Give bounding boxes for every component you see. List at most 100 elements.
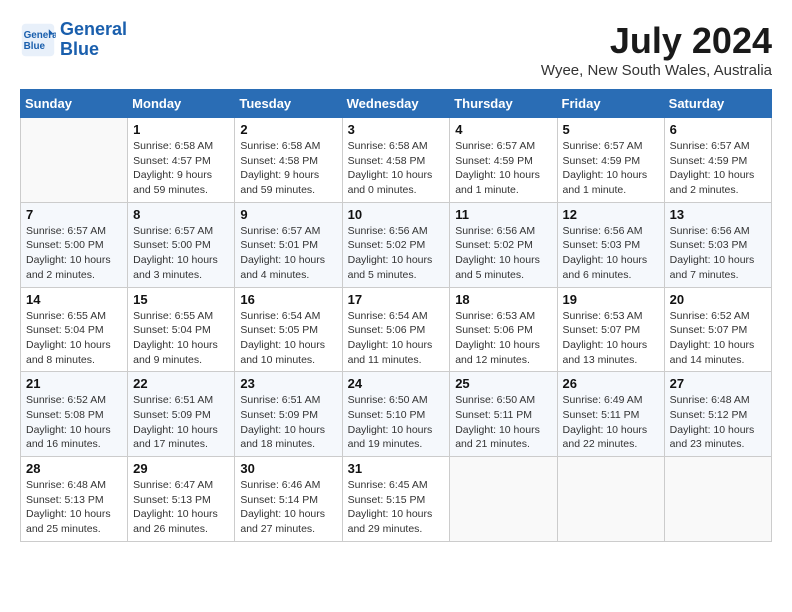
day-number: 9 — [240, 207, 336, 222]
table-cell: 29 Sunrise: 6:47 AM Sunset: 5:13 PM Dayli… — [128, 457, 235, 542]
table-cell: 27Sunrise: 6:48 AM Sunset: 5:12 PM Dayli… — [664, 372, 771, 457]
table-cell: 26 Sunrise: 6:49 AM Sunset: 5:11 PM Dayli… — [557, 372, 664, 457]
day-number: 13 — [670, 207, 766, 222]
day-number: 29 — [133, 461, 229, 476]
day-number: 21 — [26, 376, 122, 391]
day-number: 31 — [348, 461, 445, 476]
week-row-2: 7 Sunrise: 6:57 AM Sunset: 5:00 PM Daylig… — [21, 202, 772, 287]
day-info: Sunrise: 6:51 AM Sunset: 5:09 PM Dayligh… — [133, 393, 229, 452]
calendar-table: SundayMondayTuesdayWednesdayThursdayFrid… — [20, 89, 772, 542]
table-cell: 25Sunrise: 6:50 AM Sunset: 5:11 PM Dayli… — [450, 372, 557, 457]
logo: General Blue General Blue — [20, 20, 127, 60]
day-info: Sunrise: 6:57 AM Sunset: 4:59 PM Dayligh… — [455, 139, 551, 198]
day-number: 16 — [240, 292, 336, 307]
header-monday: Monday — [128, 90, 235, 118]
table-cell: 6 Sunrise: 6:57 AM Sunset: 4:59 PM Daylig… — [664, 118, 771, 203]
table-cell: 22 Sunrise: 6:51 AM Sunset: 5:09 PM Dayli… — [128, 372, 235, 457]
header: General Blue General Blue July 2024 Wyee… — [20, 20, 772, 79]
day-number: 8 — [133, 207, 229, 222]
table-cell: 9 Sunrise: 6:57 AM Sunset: 5:01 PM Daylig… — [235, 202, 342, 287]
table-cell: 24Sunrise: 6:50 AM Sunset: 5:10 PM Dayli… — [342, 372, 450, 457]
table-cell: 18 Sunrise: 6:53 AM Sunset: 5:06 PM Dayli… — [450, 287, 557, 372]
day-info: Sunrise: 6:48 AM Sunset: 5:13 PM Dayligh… — [26, 478, 122, 537]
table-cell: 11 Sunrise: 6:56 AM Sunset: 5:02 PM Dayli… — [450, 202, 557, 287]
table-cell: 2 Sunrise: 6:58 AM Sunset: 4:58 PM Daylig… — [235, 118, 342, 203]
calendar-header-row: SundayMondayTuesdayWednesdayThursdayFrid… — [21, 90, 772, 118]
day-number: 11 — [455, 207, 551, 222]
day-number: 17 — [348, 292, 445, 307]
table-cell: 5Sunrise: 6:57 AM Sunset: 4:59 PM Daylig… — [557, 118, 664, 203]
table-cell: 16 Sunrise: 6:54 AM Sunset: 5:05 PM Dayli… — [235, 287, 342, 372]
day-info: Sunrise: 6:49 AM Sunset: 5:11 PM Dayligh… — [563, 393, 659, 452]
table-cell: 10 Sunrise: 6:56 AM Sunset: 5:02 PM Dayli… — [342, 202, 450, 287]
logo-line1: General — [60, 19, 127, 39]
day-info: Sunrise: 6:57 AM Sunset: 4:59 PM Dayligh… — [670, 139, 766, 198]
day-info: Sunrise: 6:57 AM Sunset: 5:00 PM Dayligh… — [133, 224, 229, 283]
table-cell: 1 Sunrise: 6:58 AM Sunset: 4:57 PM Daylig… — [128, 118, 235, 203]
day-number: 18 — [455, 292, 551, 307]
day-number: 22 — [133, 376, 229, 391]
table-cell: 21 Sunrise: 6:52 AM Sunset: 5:08 PM Dayli… — [21, 372, 128, 457]
day-number: 27 — [670, 376, 766, 391]
day-info: Sunrise: 6:51 AM Sunset: 5:09 PM Dayligh… — [240, 393, 336, 452]
title-area: July 2024 Wyee, New South Wales, Austral… — [541, 20, 772, 79]
week-row-3: 14 Sunrise: 6:55 AM Sunset: 5:04 PM Dayli… — [21, 287, 772, 372]
day-number: 23 — [240, 376, 336, 391]
day-number: 7 — [26, 207, 122, 222]
day-number: 14 — [26, 292, 122, 307]
calendar-title: July 2024 — [541, 20, 772, 62]
day-number: 10 — [348, 207, 445, 222]
table-cell: 14 Sunrise: 6:55 AM Sunset: 5:04 PM Dayli… — [21, 287, 128, 372]
header-friday: Friday — [557, 90, 664, 118]
day-info: Sunrise: 6:56 AM Sunset: 5:02 PM Dayligh… — [455, 224, 551, 283]
day-number: 2 — [240, 122, 336, 137]
day-info: Sunrise: 6:52 AM Sunset: 5:07 PM Dayligh… — [670, 309, 766, 368]
day-info: Sunrise: 6:58 AM Sunset: 4:57 PM Dayligh… — [133, 139, 229, 198]
day-info: Sunrise: 6:45 AM Sunset: 5:15 PM Dayligh… — [348, 478, 445, 537]
header-saturday: Saturday — [664, 90, 771, 118]
header-tuesday: Tuesday — [235, 90, 342, 118]
day-info: Sunrise: 6:47 AM Sunset: 5:13 PM Dayligh… — [133, 478, 229, 537]
day-info: Sunrise: 6:50 AM Sunset: 5:10 PM Dayligh… — [348, 393, 445, 452]
day-info: Sunrise: 6:53 AM Sunset: 5:06 PM Dayligh… — [455, 309, 551, 368]
day-number: 28 — [26, 461, 122, 476]
day-info: Sunrise: 6:54 AM Sunset: 5:06 PM Dayligh… — [348, 309, 445, 368]
day-number: 12 — [563, 207, 659, 222]
week-row-1: 1 Sunrise: 6:58 AM Sunset: 4:57 PM Daylig… — [21, 118, 772, 203]
day-info: Sunrise: 6:54 AM Sunset: 5:05 PM Dayligh… — [240, 309, 336, 368]
day-info: Sunrise: 6:55 AM Sunset: 5:04 PM Dayligh… — [133, 309, 229, 368]
day-info: Sunrise: 6:52 AM Sunset: 5:08 PM Dayligh… — [26, 393, 122, 452]
day-info: Sunrise: 6:58 AM Sunset: 4:58 PM Dayligh… — [348, 139, 445, 198]
table-cell: 12Sunrise: 6:56 AM Sunset: 5:03 PM Dayli… — [557, 202, 664, 287]
day-number: 19 — [563, 292, 659, 307]
table-cell: 19Sunrise: 6:53 AM Sunset: 5:07 PM Dayli… — [557, 287, 664, 372]
table-cell — [557, 457, 664, 542]
calendar-subtitle: Wyee, New South Wales, Australia — [541, 62, 772, 79]
day-info: Sunrise: 6:56 AM Sunset: 5:02 PM Dayligh… — [348, 224, 445, 283]
day-info: Sunrise: 6:46 AM Sunset: 5:14 PM Dayligh… — [240, 478, 336, 537]
table-cell: 7 Sunrise: 6:57 AM Sunset: 5:00 PM Daylig… — [21, 202, 128, 287]
header-sunday: Sunday — [21, 90, 128, 118]
day-number: 4 — [455, 122, 551, 137]
day-info: Sunrise: 6:57 AM Sunset: 5:00 PM Dayligh… — [26, 224, 122, 283]
svg-text:Blue: Blue — [24, 41, 46, 52]
table-cell: 13 Sunrise: 6:56 AM Sunset: 5:03 PM Dayli… — [664, 202, 771, 287]
day-info: Sunrise: 6:55 AM Sunset: 5:04 PM Dayligh… — [26, 309, 122, 368]
table-cell: 8 Sunrise: 6:57 AM Sunset: 5:00 PM Daylig… — [128, 202, 235, 287]
table-cell: 28 Sunrise: 6:48 AM Sunset: 5:13 PM Dayli… — [21, 457, 128, 542]
day-number: 26 — [563, 376, 659, 391]
table-cell — [450, 457, 557, 542]
table-cell: 4 Sunrise: 6:57 AM Sunset: 4:59 PM Daylig… — [450, 118, 557, 203]
day-number: 6 — [670, 122, 766, 137]
logo-text: General Blue — [60, 20, 127, 60]
day-info: Sunrise: 6:56 AM Sunset: 5:03 PM Dayligh… — [670, 224, 766, 283]
table-cell: 31 Sunrise: 6:45 AM Sunset: 5:15 PM Dayli… — [342, 457, 450, 542]
day-number: 1 — [133, 122, 229, 137]
day-number: 20 — [670, 292, 766, 307]
day-info: Sunrise: 6:57 AM Sunset: 5:01 PM Dayligh… — [240, 224, 336, 283]
day-number: 30 — [240, 461, 336, 476]
table-cell: 3Sunrise: 6:58 AM Sunset: 4:58 PM Daylig… — [342, 118, 450, 203]
logo-line2: Blue — [60, 39, 99, 59]
day-info: Sunrise: 6:58 AM Sunset: 4:58 PM Dayligh… — [240, 139, 336, 198]
week-row-5: 28 Sunrise: 6:48 AM Sunset: 5:13 PM Dayli… — [21, 457, 772, 542]
